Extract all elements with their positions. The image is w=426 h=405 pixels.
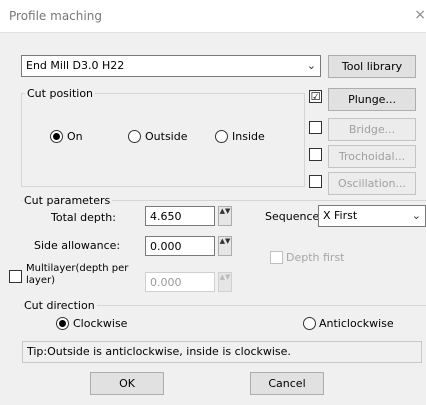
multilayer-label-line-2: layer)	[26, 275, 55, 286]
side-allowance-label: Side allowance:	[34, 239, 121, 252]
plunge-button[interactable]: Plunge...	[328, 88, 416, 111]
side-allowance-spinner[interactable]: ▲▼	[218, 236, 232, 256]
cancel-button[interactable]: Cancel	[250, 372, 324, 395]
ok-button[interactable]: OK	[90, 372, 164, 395]
total-depth-input[interactable]: 4.650	[145, 206, 215, 226]
multilayer-spinner[interactable]: ▲▼	[218, 272, 232, 292]
clockwise-radio[interactable]	[56, 317, 69, 330]
depth-first-label: Depth first	[286, 251, 345, 264]
total-depth-label: Total depth:	[51, 211, 116, 224]
bridge-checkbox[interactable]	[309, 121, 322, 134]
trochoidal-button[interactable]: Trochoidal...	[328, 145, 416, 168]
window-title: Profile maching	[9, 9, 102, 23]
trochoidal-checkbox[interactable]	[309, 148, 322, 161]
depth-first-checkbox[interactable]	[270, 251, 283, 264]
chevron-down-icon: ⌄	[306, 59, 316, 72]
plunge-checkbox[interactable]: ☑	[309, 90, 322, 103]
multilayer-input[interactable]: 0.000	[145, 272, 215, 292]
cut-position-outside-radio[interactable]	[128, 130, 141, 143]
tip-box: Tip:Outside is anticlockwise, inside is …	[22, 341, 422, 363]
bridge-button[interactable]: Bridge...	[328, 118, 416, 141]
tool-select[interactable]: End Mill D3.0 H22 ⌄	[21, 55, 321, 77]
clockwise-label: Clockwise	[73, 317, 128, 330]
anticlockwise-radio[interactable]	[303, 317, 316, 330]
oscillation-button[interactable]: Oscillation...	[328, 172, 416, 195]
sequence-select-value: X First	[323, 209, 358, 222]
tip-text: Tip:Outside is anticlockwise, inside is …	[27, 345, 291, 358]
multilayer-checkbox[interactable]	[9, 270, 22, 283]
cut-position-on-label: On	[67, 130, 83, 143]
cut-position-outside-label: Outside	[145, 130, 188, 143]
tool-library-button[interactable]: Tool library	[328, 55, 416, 78]
cut-direction-label: Cut direction	[22, 299, 97, 312]
multilayer-label-line-1: Multilayer(depth per	[26, 263, 129, 274]
sequence-label: Sequence	[265, 210, 320, 223]
chevron-down-icon: ⌄	[411, 209, 421, 222]
cut-position-on-radio[interactable]	[50, 130, 63, 143]
sequence-select[interactable]: X First ⌄	[318, 205, 426, 227]
side-allowance-input[interactable]: 0.000	[145, 236, 215, 256]
cut-position-label: Cut position	[25, 87, 96, 100]
anticlockwise-label: Anticlockwise	[319, 317, 394, 330]
oscillation-checkbox[interactable]	[309, 175, 322, 188]
title-bar: Profile maching ×	[0, 0, 426, 33]
cut-parameters-label: Cut parameters	[22, 194, 113, 207]
tool-select-value: End Mill D3.0 H22	[26, 59, 125, 72]
cut-position-inside-label: Inside	[232, 130, 265, 143]
cut-position-inside-radio[interactable]	[215, 130, 228, 143]
close-icon[interactable]: ×	[412, 7, 426, 23]
total-depth-spinner[interactable]: ▲▼	[218, 206, 232, 226]
